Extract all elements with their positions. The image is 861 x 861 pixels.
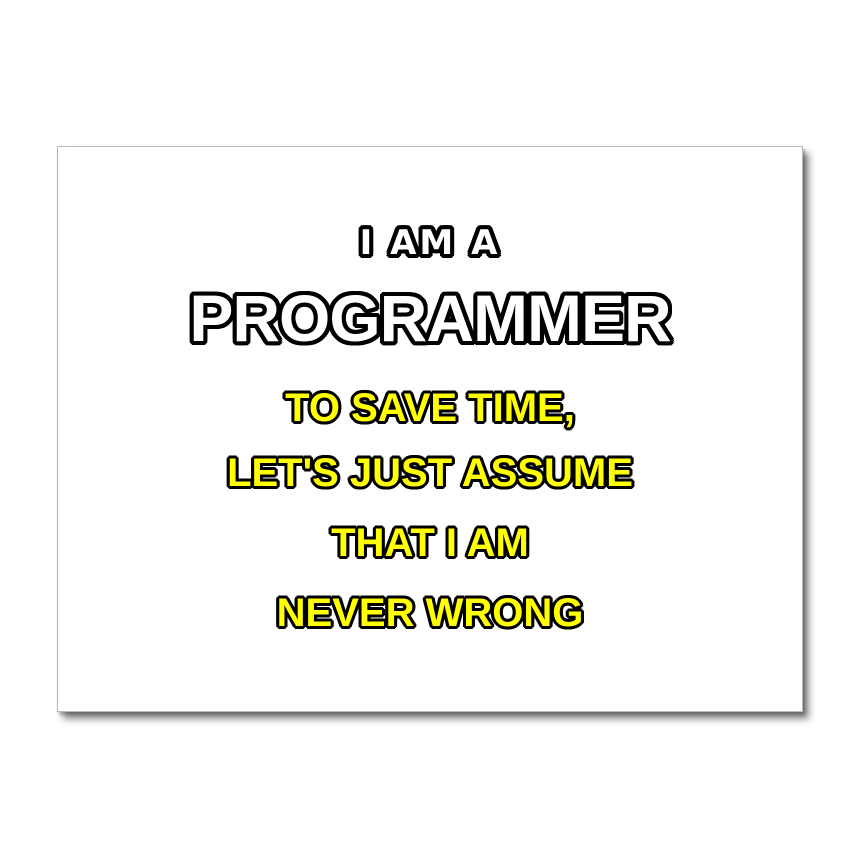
postcard: I AM A PROGRAMMER TO SAVE TIME, LET'S JU… — [57, 146, 803, 712]
body-line-1: TO SAVE TIME, — [285, 386, 575, 430]
body-line-3: THAT I AM — [331, 521, 529, 565]
body-line-4: NEVER WRONG — [276, 591, 584, 635]
canvas: I AM A PROGRAMMER TO SAVE TIME, LET'S JU… — [0, 0, 861, 861]
headline-small: I AM A — [359, 223, 501, 263]
headline-large: PROGRAMMER — [189, 281, 671, 355]
body-line-2: LET'S JUST ASSUME — [227, 451, 633, 495]
